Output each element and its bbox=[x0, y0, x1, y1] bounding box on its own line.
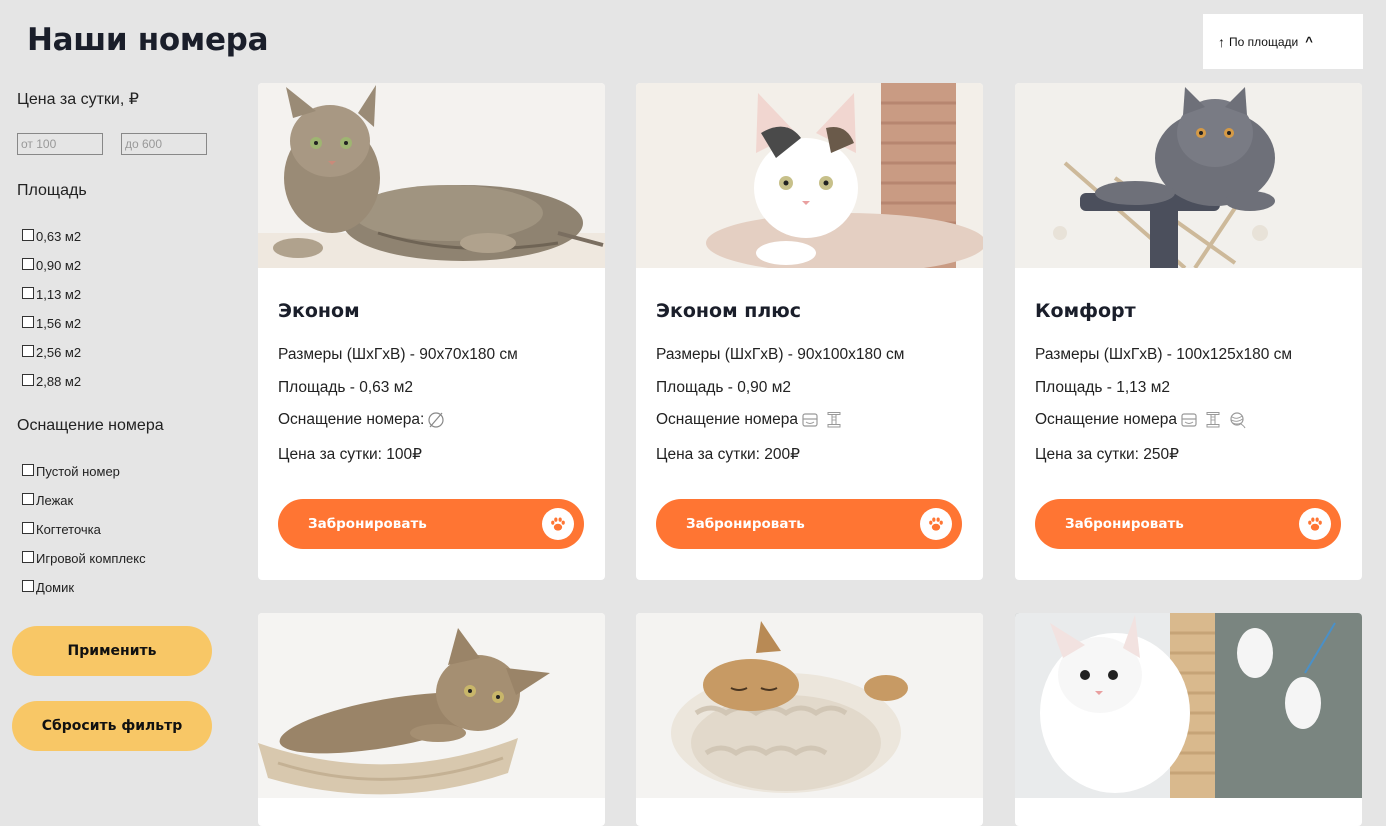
empty-icon bbox=[427, 411, 445, 429]
checkbox[interactable] bbox=[22, 580, 34, 592]
area-option-label: 2,56 м2 bbox=[36, 345, 82, 360]
cat-photo bbox=[636, 613, 983, 798]
sort-label: По площади bbox=[1229, 34, 1299, 49]
cat-photo bbox=[636, 83, 983, 268]
room-card: Эконом плюс Размеры (ШхГхВ) - 90х100х180… bbox=[636, 83, 983, 580]
equipment-option[interactable]: Лежак bbox=[22, 493, 73, 508]
book-button-label: Забронировать bbox=[686, 516, 805, 532]
paw-icon bbox=[920, 508, 952, 540]
price-to-input[interactable] bbox=[121, 133, 207, 155]
reset-filter-button[interactable]: Сбросить фильтр bbox=[12, 701, 212, 751]
filter-sidebar: Цена за сутки, ₽ Площадь 0,63 м2 0,90 м2… bbox=[0, 0, 240, 826]
yarn-ball-icon bbox=[1228, 411, 1246, 429]
chevron-up-icon: ^ bbox=[1305, 34, 1313, 49]
area-option-label: 0,90 м2 bbox=[36, 258, 82, 273]
checkbox[interactable] bbox=[22, 551, 34, 563]
equipment-option-label: Лежак bbox=[36, 493, 74, 508]
area-option-label: 0,63 м2 bbox=[36, 229, 82, 244]
equipment-option-label: Когтеточка bbox=[36, 522, 101, 537]
equipment-option[interactable]: Игровой комплекс bbox=[22, 551, 146, 566]
checkbox[interactable] bbox=[22, 374, 34, 386]
room-title: Эконом bbox=[278, 300, 360, 322]
room-equipment: Оснащение номера bbox=[1035, 411, 1246, 429]
checkbox[interactable] bbox=[22, 258, 34, 270]
cat-photo bbox=[1015, 83, 1362, 268]
room-equipment: Оснащение номера: bbox=[278, 411, 445, 429]
scratcher-icon bbox=[825, 411, 843, 429]
area-option[interactable]: 1,56 м2 bbox=[22, 316, 81, 331]
cat-photo bbox=[1015, 613, 1362, 798]
room-area: Площадь - 1,13 м2 bbox=[1035, 379, 1170, 396]
area-option[interactable]: 0,90 м2 bbox=[22, 258, 81, 273]
room-size: Размеры (ШхГхВ) - 100х125х180 см bbox=[1035, 346, 1293, 363]
checkbox[interactable] bbox=[22, 229, 34, 241]
room-area: Площадь - 0,63 м2 bbox=[278, 379, 413, 396]
area-option[interactable]: 2,56 м2 bbox=[22, 345, 81, 360]
checkbox[interactable] bbox=[22, 287, 34, 299]
room-card: Эконом Размеры (ШхГхВ) - 90х70х180 см Пл… bbox=[258, 83, 605, 580]
area-option-label: 1,13 м2 bbox=[36, 287, 82, 302]
cat-photo bbox=[258, 83, 605, 268]
price-filter-heading: Цена за сутки, ₽ bbox=[17, 91, 139, 108]
area-option-label: 2,88 м2 bbox=[36, 374, 82, 389]
room-title: Эконом плюс bbox=[656, 300, 801, 322]
book-button-label: Забронировать bbox=[1065, 516, 1184, 532]
room-equipment-label: Оснащение номера bbox=[656, 411, 799, 428]
book-button-label: Забронировать bbox=[308, 516, 427, 532]
room-equipment-label: Оснащение номера: bbox=[278, 411, 425, 428]
price-from-input[interactable] bbox=[17, 133, 103, 155]
area-option[interactable]: 1,13 м2 bbox=[22, 287, 81, 302]
equipment-filter-heading: Оснащение номера bbox=[17, 417, 164, 434]
book-button[interactable]: Забронировать bbox=[656, 499, 962, 549]
room-price: Цена за сутки: 200₽ bbox=[656, 446, 800, 463]
room-title: Комфорт bbox=[1035, 300, 1136, 322]
area-filter-heading: Площадь bbox=[17, 182, 87, 199]
room-area: Площадь - 0,90 м2 bbox=[656, 379, 791, 396]
area-option-label: 1,56 м2 bbox=[36, 316, 82, 331]
bed-icon bbox=[801, 411, 819, 429]
area-option[interactable]: 0,63 м2 bbox=[22, 229, 81, 244]
room-size: Размеры (ШхГхВ) - 90х100х180 см bbox=[656, 346, 905, 363]
equipment-option[interactable]: Пустой номер bbox=[22, 464, 120, 479]
equipment-option[interactable]: Домик bbox=[22, 580, 74, 595]
equipment-option-label: Игровой комплекс bbox=[36, 551, 146, 566]
room-price: Цена за сутки: 100₽ bbox=[278, 446, 422, 463]
room-equipment-label: Оснащение номера bbox=[1035, 411, 1178, 428]
checkbox[interactable] bbox=[22, 464, 34, 476]
cat-photo bbox=[258, 613, 605, 798]
paw-icon bbox=[542, 508, 574, 540]
room-card bbox=[636, 613, 983, 826]
apply-filter-button[interactable]: Применить bbox=[12, 626, 212, 676]
room-price: Цена за сутки: 250₽ bbox=[1035, 446, 1179, 463]
equipment-option[interactable]: Когтеточка bbox=[22, 522, 101, 537]
room-card bbox=[1015, 613, 1362, 826]
sort-arrow-icon: ↑ bbox=[1218, 33, 1225, 50]
equipment-option-label: Домик bbox=[36, 580, 75, 595]
checkbox[interactable] bbox=[22, 316, 34, 328]
sort-dropdown[interactable]: ↑ По площади ^ bbox=[1203, 14, 1363, 69]
bed-icon bbox=[1180, 411, 1198, 429]
room-equipment: Оснащение номера bbox=[656, 411, 843, 429]
paw-icon bbox=[1299, 508, 1331, 540]
checkbox[interactable] bbox=[22, 522, 34, 534]
room-card: Комфорт Размеры (ШхГхВ) - 100х125х180 см… bbox=[1015, 83, 1362, 580]
checkbox[interactable] bbox=[22, 493, 34, 505]
checkbox[interactable] bbox=[22, 345, 34, 357]
scratcher-icon bbox=[1204, 411, 1222, 429]
book-button[interactable]: Забронировать bbox=[278, 499, 584, 549]
room-size: Размеры (ШхГхВ) - 90х70х180 см bbox=[278, 346, 518, 363]
room-card bbox=[258, 613, 605, 826]
area-option[interactable]: 2,88 м2 bbox=[22, 374, 81, 389]
equipment-option-label: Пустой номер bbox=[36, 464, 120, 479]
book-button[interactable]: Забронировать bbox=[1035, 499, 1341, 549]
